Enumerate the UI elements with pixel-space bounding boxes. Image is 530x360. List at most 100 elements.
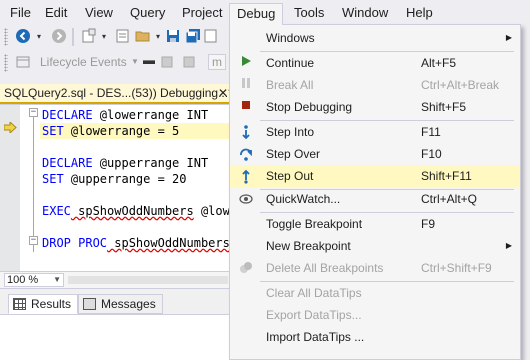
submenu-arrow-icon: ▶ [505, 241, 512, 250]
menu-item-label: Toggle Breakpoint [266, 217, 363, 231]
menu-item-label: Continue [266, 56, 315, 70]
zoom-value: 100 % [7, 274, 39, 286]
continue-icon [238, 55, 254, 71]
document-tab-title: SQLQuery2.sql - DES...(53)) Debugging...… [4, 86, 231, 100]
menu-item-shortcut: Shift+F11 [421, 169, 472, 183]
pause-icon [238, 77, 254, 93]
document-tab[interactable]: SQLQuery2.sql - DES...(53)) Debugging...… [0, 84, 231, 104]
save-all-icon[interactable] [184, 28, 202, 49]
menu-item-shortcut: Alt+F5 [421, 56, 457, 70]
toolbar-overflow-icon[interactable]: ▬ [143, 53, 155, 67]
current-statement-arrow-icon [4, 122, 17, 133]
menu-edit[interactable]: Edit [38, 2, 74, 23]
menu-window[interactable]: Window [335, 2, 395, 23]
new-project-icon[interactable] [80, 28, 98, 49]
new-query-icon[interactable] [114, 28, 132, 49]
menu-item-shortcut: F11 [421, 125, 441, 139]
chevron-down-icon: ▼ [53, 275, 61, 284]
menu-item-toggle-breakpoint[interactable]: Toggle Breakpoint F9 [230, 213, 520, 235]
toolbar-separator [72, 28, 74, 46]
menu-project[interactable]: Project [175, 2, 229, 23]
menu-item-label: Step Over [266, 147, 321, 161]
code-line: SET @upperrange = 20 [42, 172, 187, 186]
new-dropdown-icon[interactable]: ▾ [99, 28, 109, 46]
outline-line [33, 110, 34, 252]
menu-file[interactable]: File [3, 2, 38, 23]
menu-item-step-into[interactable]: Step Into F11 [230, 121, 520, 143]
menu-item-shortcut: F9 [421, 217, 436, 231]
menu-item-clear-all-datatips: Clear All DataTips [230, 282, 520, 304]
menu-view[interactable]: View [78, 2, 120, 23]
results-body [0, 314, 231, 360]
collapse-icon[interactable]: − [29, 236, 38, 245]
step-into-icon [238, 124, 254, 140]
forward-icon[interactable] [50, 28, 68, 49]
menu-item-label: Step Into [266, 125, 315, 139]
submenu-arrow-icon: ▶ [505, 33, 512, 42]
menu-item-delete-all-breakpoints: Delete All Breakpoints Ctrl+Shift+F9 [230, 257, 520, 279]
menu-item-label: Import DataTips ... [266, 330, 365, 344]
menu-item-import-datatips[interactable]: Import DataTips ... [230, 326, 520, 348]
code-editor[interactable]: − − DECLARE @lowerrange INT SET @lowerra… [0, 104, 237, 272]
toolbar-grip[interactable] [4, 28, 8, 46]
menu-item-label: New Breakpoint [266, 239, 351, 253]
indicator-margin[interactable] [0, 105, 20, 272]
results-pane: Results Messages [0, 288, 231, 360]
horizontal-scrollbar[interactable] [68, 276, 228, 284]
code-line: EXEC spShowOddNumbers @lowe [42, 204, 238, 218]
code-line: DECLARE @lowerrange INT [42, 108, 209, 122]
step-over-icon [238, 146, 254, 162]
tab-results-label: Results [31, 297, 72, 311]
zoom-select[interactable]: 100 % ▼ [4, 273, 64, 287]
debug-menu: Windows ▶ Continue Alt+F5 Break All Ctrl… [229, 24, 521, 360]
delete-breakpoints-icon [238, 260, 254, 276]
tab-messages[interactable]: Messages [78, 294, 163, 314]
open-file-icon[interactable] [134, 28, 152, 49]
menu-item-shortcut: Shift+F5 [421, 100, 467, 114]
breakpoint-icon[interactable] [158, 54, 176, 75]
lifecycle-dropdown-icon[interactable]: ▼ [131, 57, 139, 66]
quickwatch-icon [238, 191, 254, 207]
menu-item-step-over[interactable]: Step Over F10 [230, 143, 520, 165]
menu-item-break-all: Break All Ctrl+Alt+Break [230, 74, 520, 96]
step-out-icon [238, 168, 254, 184]
code-line: DECLARE @upperrange INT [42, 156, 209, 170]
new-item-icon[interactable] [202, 28, 220, 49]
menu-item-shortcut: Ctrl+Shift+F9 [421, 261, 492, 275]
menu-item-new-breakpoint[interactable]: New Breakpoint ▶ [230, 235, 520, 257]
menu-item-label: Export DataTips... [266, 308, 362, 322]
menu-item-export-datatips: Export DataTips... [230, 304, 520, 326]
back-icon[interactable] [14, 28, 32, 49]
menu-item-label: Stop Debugging [266, 100, 353, 114]
back-dropdown-icon[interactable]: ▾ [34, 28, 44, 46]
toolbar-item-icon[interactable] [180, 54, 198, 75]
menu-item-label: Clear All DataTips [266, 286, 362, 300]
menu-item-continue[interactable]: Continue Alt+F5 [230, 52, 520, 74]
menu-item-step-out[interactable]: Step Out Shift+F11 [230, 165, 520, 187]
menu-item-shortcut: Ctrl+Alt+Break [421, 78, 500, 92]
save-icon[interactable] [164, 28, 182, 49]
menu-help[interactable]: Help [399, 2, 440, 23]
menu-item-label: Break All [266, 78, 314, 92]
grid-icon [13, 298, 26, 310]
open-dropdown-icon[interactable]: ▾ [153, 28, 163, 46]
toolbar-partial-field[interactable]: m [208, 54, 226, 70]
lifecycle-events-icon [14, 54, 32, 75]
menu-item-label: Windows [266, 31, 315, 45]
menu-item-stop-debugging[interactable]: Stop Debugging Shift+F5 [230, 96, 520, 118]
collapse-icon[interactable]: − [29, 108, 38, 117]
tab-results[interactable]: Results [8, 294, 79, 314]
editor-status-bar: 100 % ▼ [0, 271, 231, 288]
close-tab-icon[interactable]: ✕ [218, 84, 228, 102]
toolbar-grip[interactable] [4, 54, 8, 72]
menu-item-label: QuickWatch... [266, 192, 341, 206]
menu-tools[interactable]: Tools [287, 2, 331, 23]
menu-item-shortcut: Ctrl+Alt+Q [421, 192, 478, 206]
lifecycle-events-label[interactable]: Lifecycle Events [40, 55, 127, 69]
stop-icon [238, 99, 254, 115]
menu-item-windows[interactable]: Windows ▶ [230, 27, 520, 49]
menu-item-shortcut: F10 [421, 147, 442, 161]
menu-query[interactable]: Query [123, 2, 172, 23]
menu-item-quickwatch[interactable]: QuickWatch... Ctrl+Alt+Q [230, 188, 520, 210]
menu-debug[interactable]: Debug [229, 3, 284, 25]
